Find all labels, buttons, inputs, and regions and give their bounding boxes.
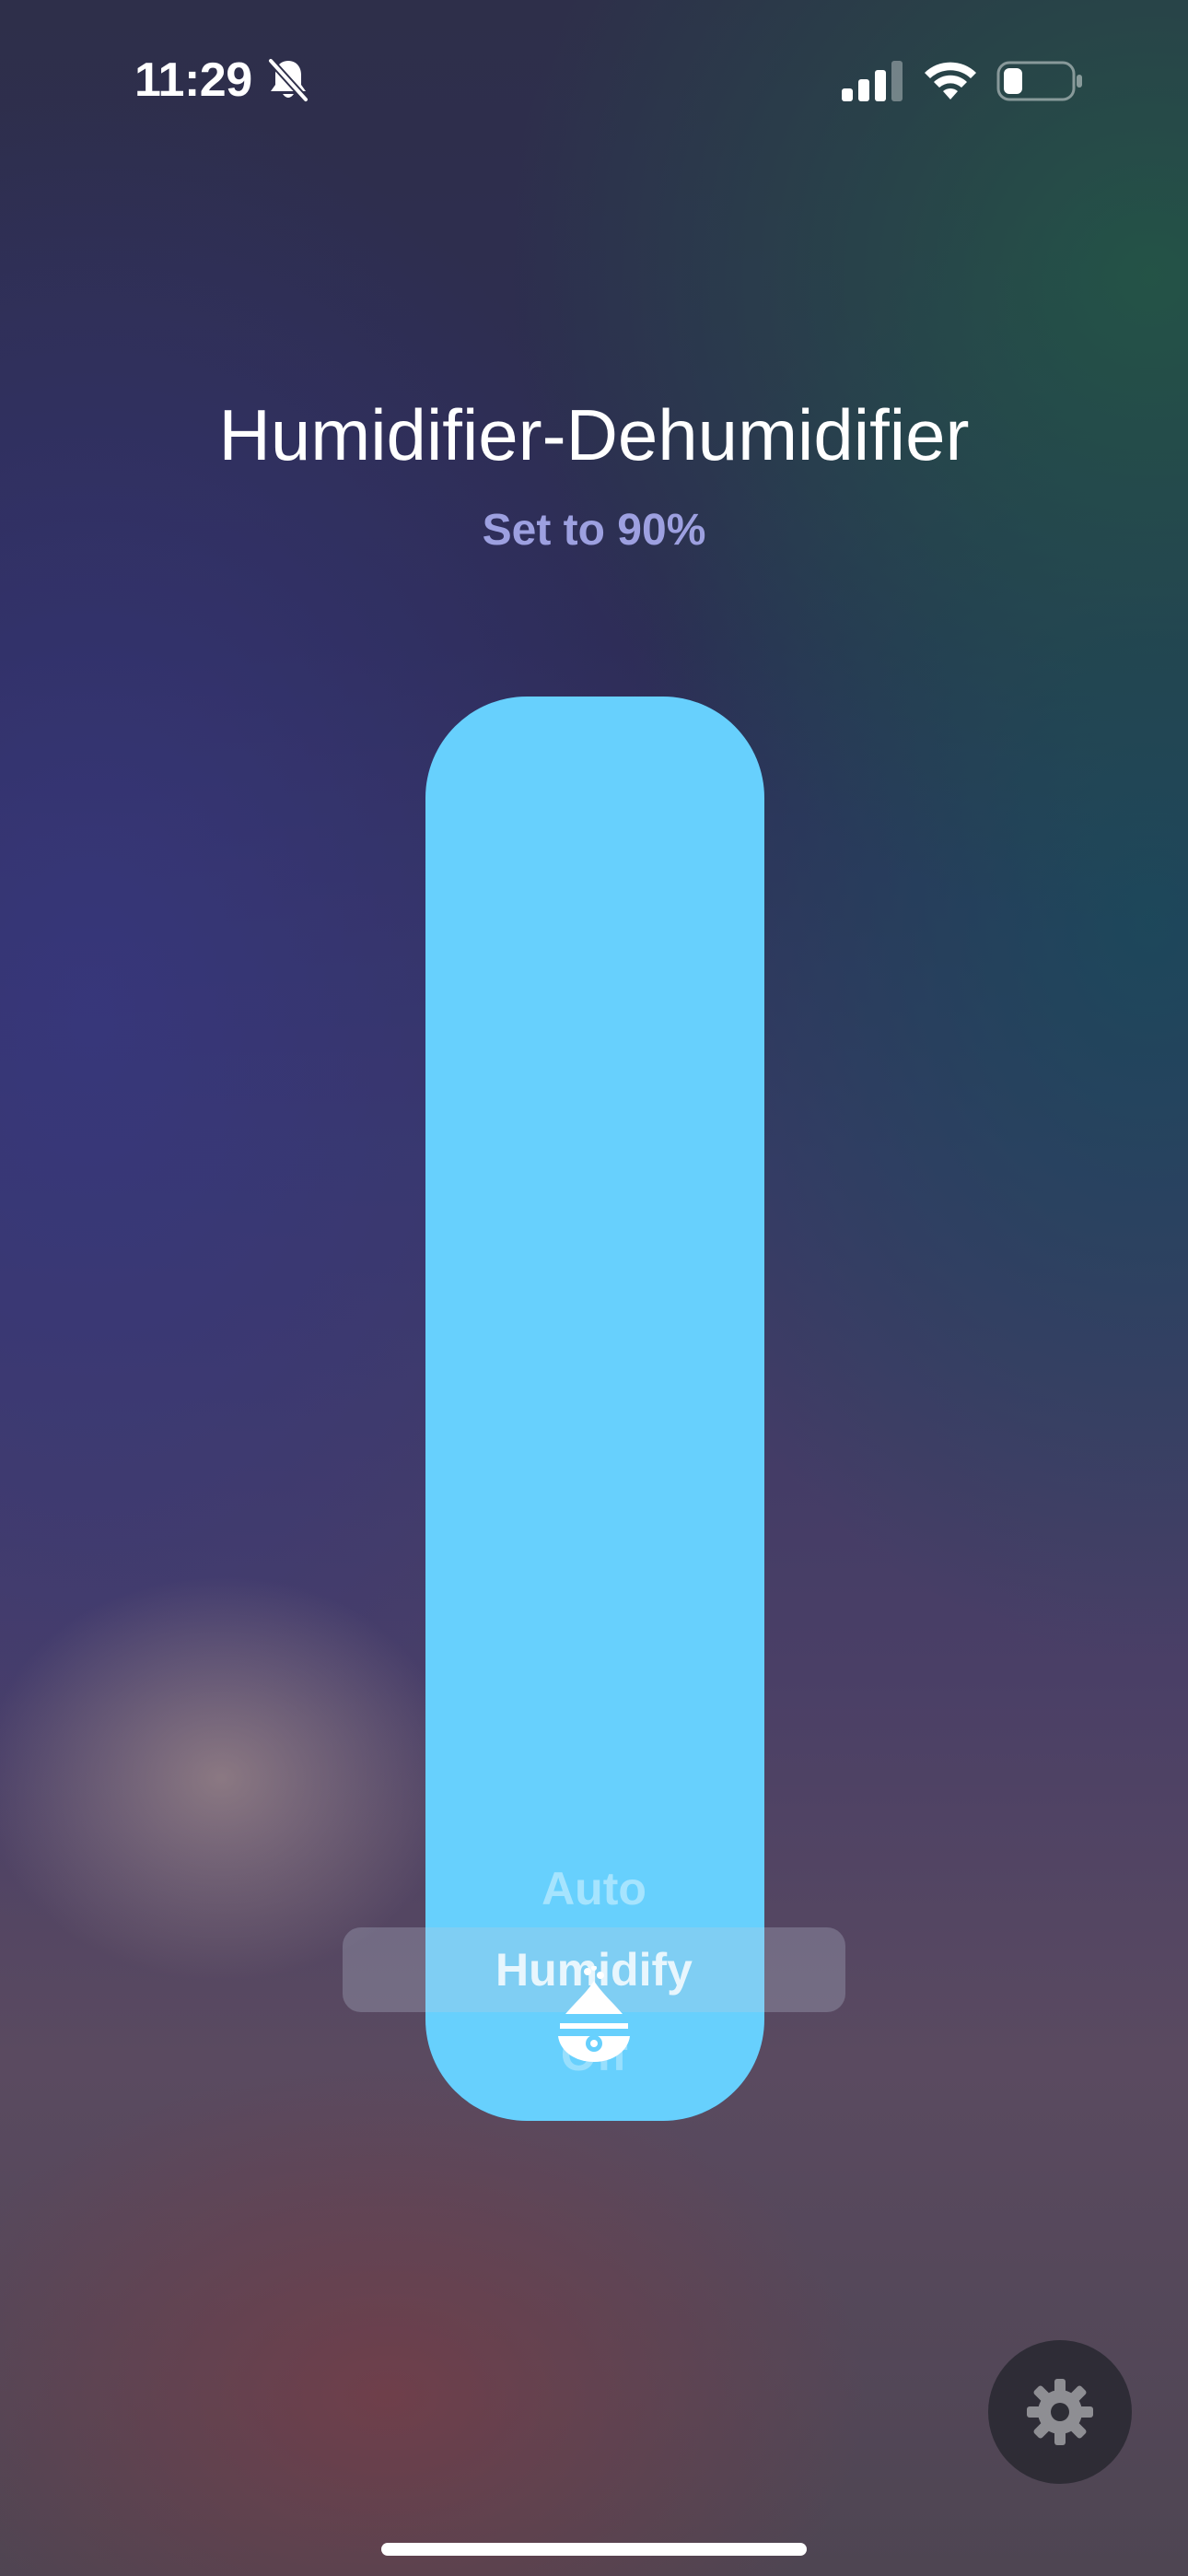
status-time: 11:29: [134, 53, 252, 107]
bell-slash-icon: [268, 58, 309, 102]
mode-option-auto[interactable]: Auto: [0, 1859, 1188, 1918]
home-indicator[interactable]: [381, 2543, 807, 2556]
accessory-name: Humidifier-Dehumidifier: [218, 394, 970, 475]
battery-icon: [996, 61, 1082, 101]
gear-icon: [1027, 2379, 1093, 2445]
wifi-icon: [925, 62, 976, 100]
settings-button[interactable]: [988, 2340, 1132, 2484]
cellular-signal-icon: [842, 61, 903, 101]
accessory-status: Set to 90%: [482, 506, 706, 555]
humidifier-icon: [558, 1966, 630, 2062]
